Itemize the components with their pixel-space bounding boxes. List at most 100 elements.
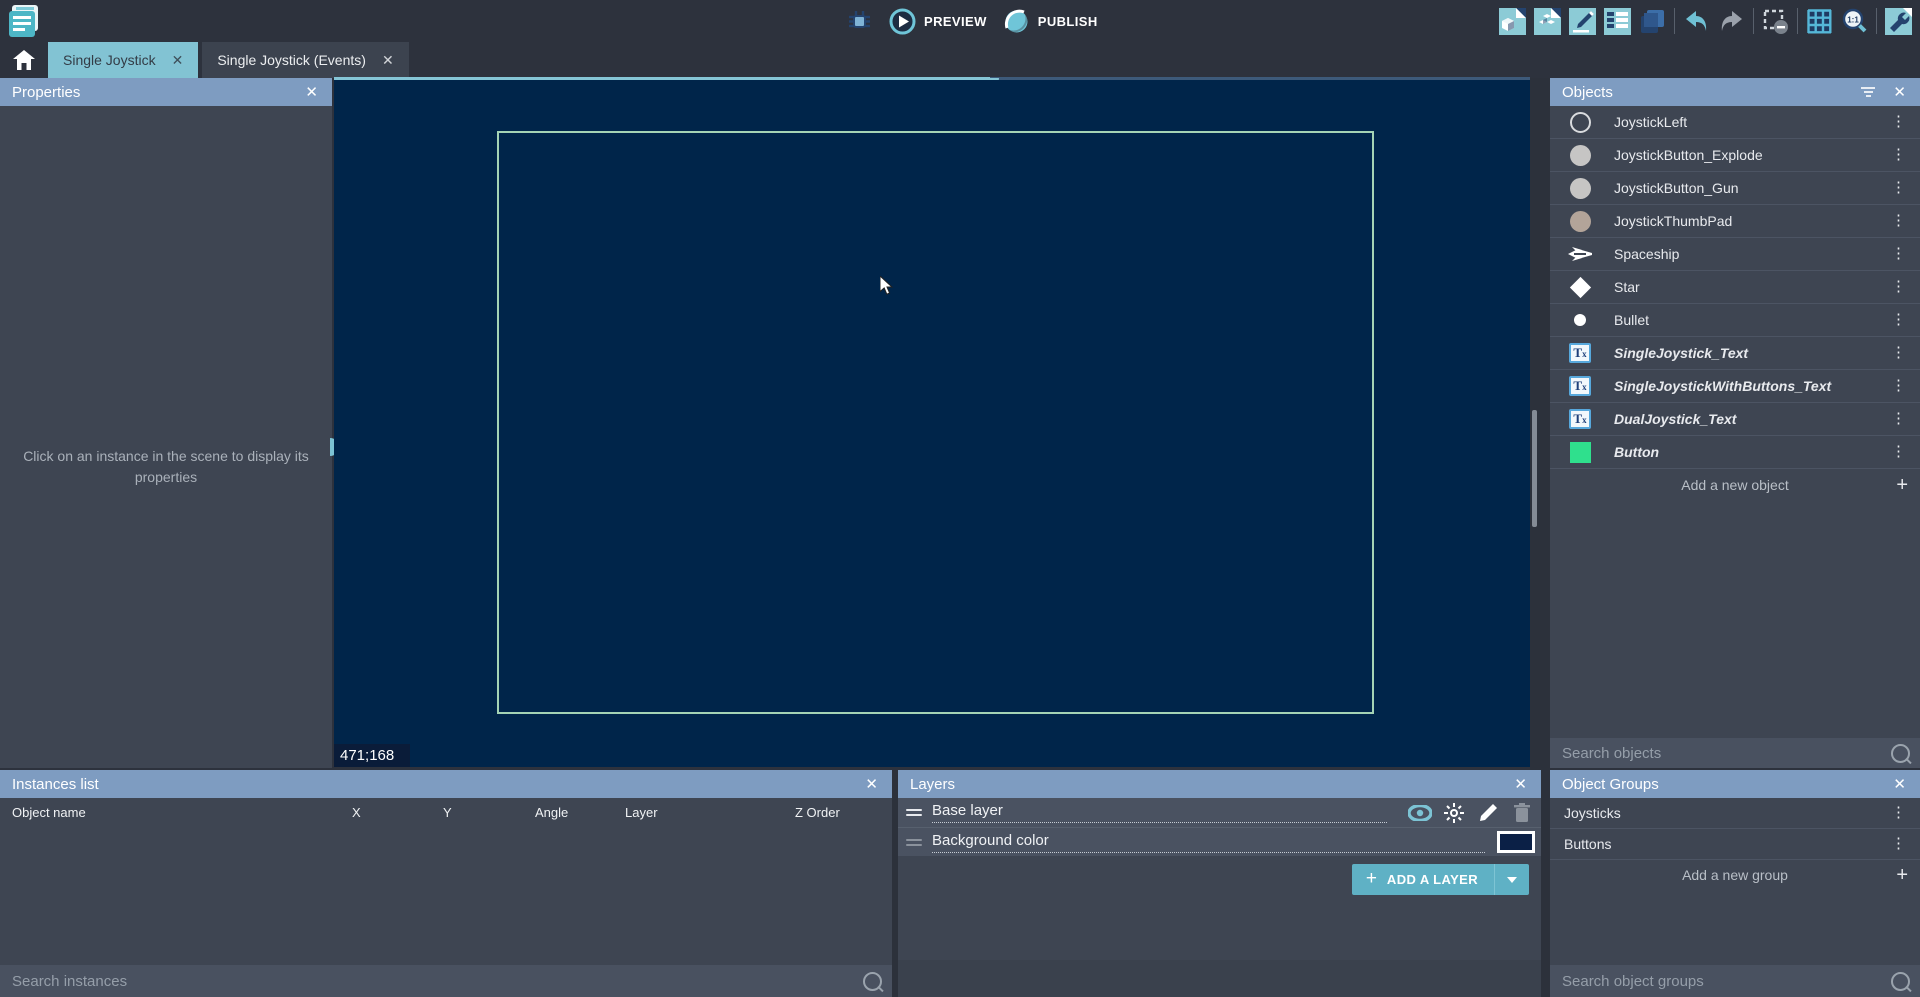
object-row[interactable]: SingleJoystick_Text ⋮: [1550, 337, 1920, 370]
column-header: X: [352, 805, 361, 820]
panel-title: Layers: [910, 776, 955, 793]
background-color-swatch[interactable]: [1497, 831, 1535, 853]
object-row[interactable]: JoystickButton_Explode ⋮: [1550, 139, 1920, 172]
undo-icon[interactable]: [1683, 8, 1710, 35]
instances-column-headers: Object name X Y Angle Layer Z Order: [0, 798, 892, 826]
tab-scene[interactable]: Single Joystick ✕: [48, 42, 198, 78]
object-row[interactable]: Star ⋮: [1550, 271, 1920, 304]
add-object-button[interactable]: Add a new object +: [1550, 469, 1920, 501]
layer-row-background[interactable]: Background color: [898, 827, 1541, 856]
group-menu-icon[interactable]: ⋮: [1885, 839, 1912, 849]
object-name: SingleJoystick_Text: [1614, 345, 1885, 361]
object-menu-icon[interactable]: ⋮: [1885, 216, 1912, 226]
publish-planet-icon: [1003, 8, 1030, 35]
object-row[interactable]: Spaceship ⋮: [1550, 238, 1920, 271]
object-menu-icon[interactable]: ⋮: [1885, 447, 1912, 457]
object-menu-icon[interactable]: ⋮: [1885, 414, 1912, 424]
object-row[interactable]: Button ⋮: [1550, 436, 1920, 469]
object-menu-icon[interactable]: ⋮: [1885, 117, 1912, 127]
search-objects-input[interactable]: [1560, 744, 1891, 763]
chevron-down-icon: [1507, 877, 1517, 883]
objects-panel: Objects ✕ JoystickLeft ⋮ JoystickButton_…: [1550, 78, 1920, 768]
object-menu-icon[interactable]: ⋮: [1885, 282, 1912, 292]
scene-canvas[interactable]: 471;168: [334, 80, 1530, 767]
instances-list-icon[interactable]: [1604, 8, 1631, 35]
plus-icon: +: [1896, 474, 1908, 497]
group-row[interactable]: Joysticks ⋮: [1550, 798, 1920, 829]
object-menu-icon[interactable]: ⋮: [1885, 183, 1912, 193]
panel-title: Object Groups: [1562, 776, 1659, 793]
object-thumbnail-green-square: [1560, 442, 1600, 463]
object-row[interactable]: JoystickButton_Gun ⋮: [1550, 172, 1920, 205]
close-tab-icon[interactable]: ✕: [172, 52, 184, 69]
object-menu-icon[interactable]: ⋮: [1885, 348, 1912, 358]
debug-icon[interactable]: [846, 8, 873, 35]
settings-icon[interactable]: [1885, 8, 1912, 35]
object-menu-icon[interactable]: ⋮: [1885, 249, 1912, 259]
close-panel-icon[interactable]: ✕: [1891, 775, 1908, 793]
properties-panel-icon[interactable]: [1569, 8, 1596, 35]
delete-instances-icon[interactable]: [1762, 8, 1789, 35]
tab-label: Single Joystick: [63, 52, 156, 68]
group-menu-icon[interactable]: ⋮: [1885, 808, 1912, 818]
preview-button[interactable]: PREVIEW: [889, 8, 987, 35]
close-tab-icon[interactable]: ✕: [382, 52, 394, 69]
publish-label: PUBLISH: [1038, 14, 1098, 29]
close-panel-icon[interactable]: ✕: [1512, 775, 1529, 793]
object-name: JoystickButton_Explode: [1614, 147, 1885, 163]
objects-scrollbar[interactable]: [1532, 410, 1537, 527]
object-row[interactable]: SingleJoystickWithButtons_Text ⋮: [1550, 370, 1920, 403]
properties-panel-header: Properties ✕: [0, 78, 332, 106]
object-thumbnail-circle-outline: [1560, 112, 1600, 133]
close-panel-icon[interactable]: ✕: [1891, 83, 1908, 101]
redo-icon[interactable]: [1718, 8, 1745, 35]
layer-effects-icon[interactable]: [1441, 802, 1467, 824]
close-panel-icon[interactable]: ✕: [863, 775, 880, 793]
tab-events[interactable]: Single Joystick (Events) ✕: [202, 42, 408, 78]
publish-button[interactable]: PUBLISH: [1003, 8, 1098, 35]
add-group-button[interactable]: Add a new group +: [1550, 860, 1920, 890]
object-groups-panel-header: Object Groups ✕: [1550, 770, 1920, 798]
layer-name-field[interactable]: Base layer: [932, 802, 1387, 823]
object-row[interactable]: Bullet ⋮: [1550, 304, 1920, 337]
add-group-label: Add a new group: [1682, 867, 1788, 883]
add-layer-dropdown[interactable]: [1494, 864, 1529, 895]
search-groups-input[interactable]: [1560, 972, 1891, 991]
column-header: Y: [443, 805, 452, 820]
close-panel-icon[interactable]: ✕: [303, 83, 320, 101]
object-menu-icon[interactable]: ⋮: [1885, 381, 1912, 391]
layer-delete-trash-icon[interactable]: [1509, 802, 1535, 824]
objects-editor-icon[interactable]: [1499, 8, 1526, 35]
toolbar-divider: [1753, 8, 1754, 34]
object-name: Bullet: [1614, 312, 1885, 328]
column-header: Z Order: [795, 805, 840, 820]
home-tab-button[interactable]: [0, 42, 48, 78]
layers-editor-icon[interactable]: [1639, 8, 1666, 35]
object-row[interactable]: JoystickThumbPad ⋮: [1550, 205, 1920, 238]
filter-icon[interactable]: [1861, 85, 1875, 99]
toolbar-divider: [1797, 8, 1798, 34]
object-name: JoystickButton_Gun: [1614, 180, 1885, 196]
column-header: Layer: [625, 805, 658, 820]
add-layer-button[interactable]: + ADD A LAYER: [1352, 864, 1529, 895]
layer-visibility-eye-icon[interactable]: [1407, 802, 1433, 824]
gdevelop-logo[interactable]: [8, 4, 42, 38]
object-groups-editor-icon[interactable]: [1534, 8, 1561, 35]
panel-title: Instances list: [12, 776, 99, 793]
object-row[interactable]: DualJoystick_Text ⋮: [1550, 403, 1920, 436]
zoom-original-icon[interactable]: 1:1: [1841, 8, 1868, 35]
object-menu-icon[interactable]: ⋮: [1885, 315, 1912, 325]
group-row[interactable]: Buttons ⋮: [1550, 829, 1920, 860]
instances-panel-header: Instances list ✕: [0, 770, 892, 798]
toolbar-divider: [1876, 8, 1877, 34]
object-menu-icon[interactable]: ⋮: [1885, 150, 1912, 160]
drag-handle-icon[interactable]: [906, 806, 922, 819]
layer-edit-pencil-icon[interactable]: [1475, 802, 1501, 824]
object-row[interactable]: JoystickLeft ⋮: [1550, 106, 1920, 139]
grid-icon[interactable]: [1806, 8, 1833, 35]
tab-bar: Single Joystick ✕ Single Joystick (Event…: [0, 42, 1920, 78]
column-header: Object name: [12, 805, 86, 820]
layer-row-base[interactable]: Base layer: [898, 798, 1541, 827]
object-thumbnail-gray-disc: [1560, 178, 1600, 199]
search-instances-input[interactable]: [10, 972, 863, 991]
